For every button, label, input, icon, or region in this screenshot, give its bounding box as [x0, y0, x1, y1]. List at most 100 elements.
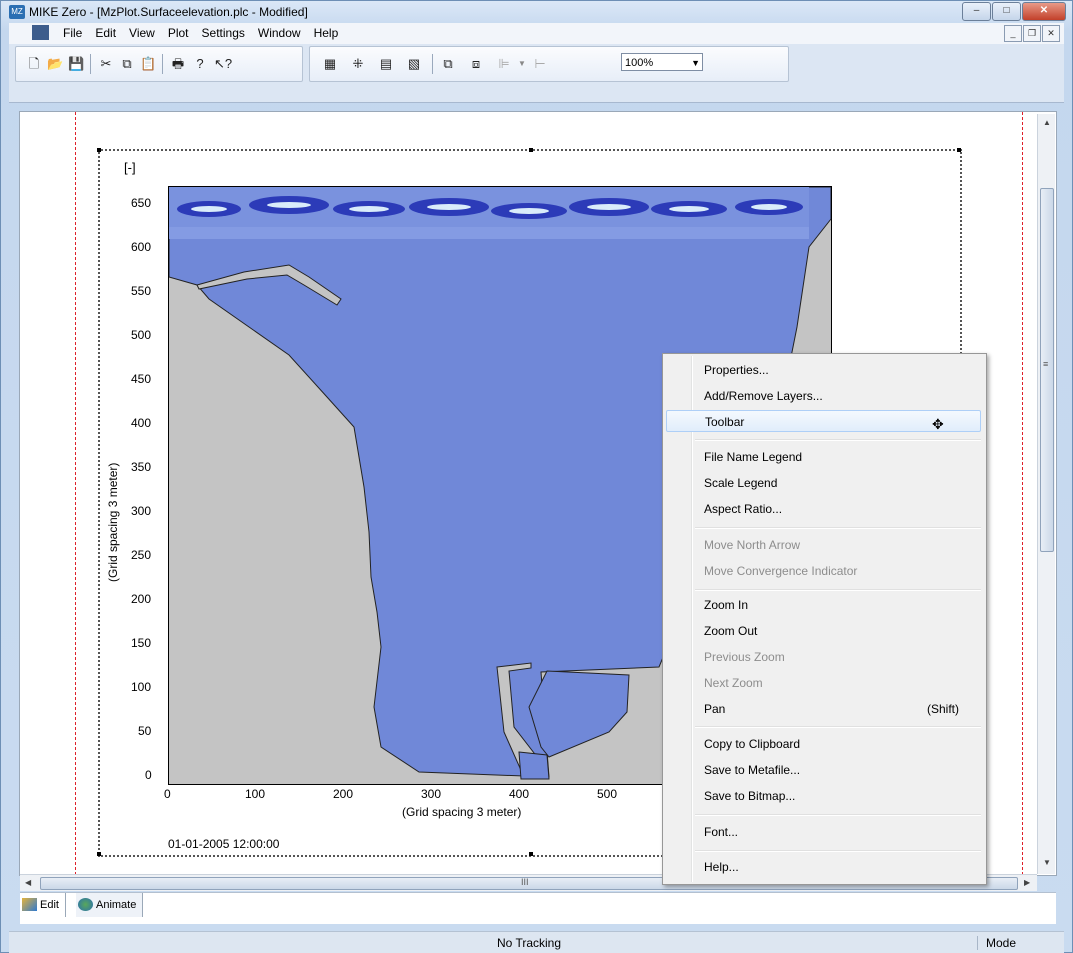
menu-item-copy-to-clipboard[interactable]: Copy to Clipboard [666, 733, 981, 755]
thumb-grip-icon: ≡ [1043, 359, 1049, 369]
copy-icon[interactable]: ⧉ [119, 56, 135, 72]
menu-item-label: Move Convergence Indicator [704, 564, 858, 578]
menu-item-save-to-bitmap[interactable]: Save to Bitmap... [666, 785, 981, 807]
menu-item-label: Properties... [704, 363, 769, 377]
minimize-button[interactable]: – [962, 2, 991, 21]
help-icon[interactable]: ? [192, 56, 208, 72]
menu-file[interactable]: File [63, 26, 82, 40]
vertical-scrollbar[interactable]: ▲ ≡ ▼ [1037, 114, 1055, 874]
time-stamp: 01-01-2005 12:00:00 [168, 837, 280, 851]
menu-item-help[interactable]: Help... [666, 856, 981, 878]
zoom-layer-icon[interactable]: ▧ [406, 56, 422, 72]
scroll-up-icon[interactable]: ▲ [1043, 118, 1051, 127]
send-back-icon[interactable]: ⧈ [468, 56, 484, 72]
unit-label: [-] [124, 160, 136, 175]
toolbar-separator [162, 54, 163, 74]
menu-separator [695, 814, 981, 816]
chevron-down-icon[interactable]: ▼ [691, 54, 700, 72]
title-bar[interactable]: MZ MIKE Zero - [MzPlot.Surfaceelevation.… [1, 1, 1072, 23]
menu-item-aspect-ratio[interactable]: Aspect Ratio... [666, 498, 981, 520]
open-folder-icon[interactable]: 📂 [47, 56, 63, 72]
mike-zero-app-icon[interactable]: MZ [9, 5, 25, 19]
tracking-status: No Tracking [497, 936, 562, 950]
harbour-inner [518, 751, 550, 780]
window-title: MIKE Zero - [MzPlot.Surfaceelevation.plc… [29, 5, 308, 19]
menu-view[interactable]: View [129, 26, 155, 40]
align-icon[interactable]: ⊫ [496, 56, 512, 72]
caption-buttons: – □ ✕ [961, 2, 1066, 21]
zoom-value: 100% [625, 57, 654, 69]
scroll-left-icon[interactable]: ◀ [25, 878, 31, 887]
context-menu: Properties... Add/Remove Layers... Toolb… [662, 353, 987, 885]
resize-handle[interactable] [97, 148, 101, 152]
paste-icon[interactable]: 📋 [140, 56, 156, 72]
resize-handle[interactable] [97, 852, 101, 856]
dropdown-icon[interactable]: ▼ [514, 56, 530, 72]
menu-separator [695, 589, 981, 591]
spread-icon[interactable]: ⁜ [350, 56, 366, 72]
menu-item-add-remove-layers[interactable]: Add/Remove Layers... [666, 385, 981, 407]
bring-front-icon[interactable]: ⧉ [440, 56, 456, 72]
new-file-icon[interactable]: 🗋 [26, 56, 42, 72]
menu-bar: File Edit View Plot Settings Window Help… [9, 23, 1064, 44]
print-icon[interactable]: 🖶 [170, 56, 186, 72]
y-tick: 50 [138, 724, 152, 738]
resize-handle[interactable] [957, 148, 961, 152]
resize-handle[interactable] [529, 148, 533, 152]
menu-item-pan[interactable]: Pan (Shift) [666, 698, 981, 720]
y-tick: 550 [131, 284, 152, 298]
view-tabs: Edit Animate [20, 892, 1056, 924]
distribute-icon[interactable]: ⊢ [532, 56, 548, 72]
mdi-restore-button[interactable]: ❐ [1023, 25, 1041, 42]
menu-item-file-name-legend[interactable]: File Name Legend [666, 446, 981, 468]
context-help-icon[interactable]: ↖? [214, 56, 232, 72]
menu-item-shortcut: (Shift) [926, 702, 959, 716]
document-icon[interactable] [32, 25, 49, 40]
menu-item-properties[interactable]: Properties... [666, 359, 981, 381]
y-tick: 100 [131, 680, 152, 694]
scroll-right-icon[interactable]: ▶ [1024, 878, 1030, 887]
menu-separator [695, 726, 981, 728]
grid-icon[interactable]: ▦ [322, 56, 338, 72]
close-button[interactable]: ✕ [1022, 2, 1066, 21]
maximize-button[interactable]: □ [992, 2, 1021, 21]
menu-item-font[interactable]: Font... [666, 821, 981, 843]
menu-edit[interactable]: Edit [95, 26, 116, 40]
mdi-buttons: _ ❐ ✕ [1003, 25, 1060, 42]
resize-handle[interactable] [529, 852, 533, 856]
y-tick: 650 [131, 196, 152, 210]
menu-item-zoom-out[interactable]: Zoom Out [666, 620, 981, 642]
tab-edit[interactable]: Edit [20, 893, 66, 917]
menu-separator [695, 850, 981, 852]
wave-band [169, 187, 809, 239]
menu-plot[interactable]: Plot [168, 26, 189, 40]
menu-item-label: Save to Bitmap... [704, 789, 796, 803]
menu-item-scale-legend[interactable]: Scale Legend [666, 472, 981, 494]
zoom-combo[interactable]: 100% ▼ [621, 53, 703, 71]
menu-separator [695, 527, 981, 529]
x-tick: 500 [597, 787, 618, 801]
menu-item-label: Zoom In [704, 598, 749, 612]
menu-window[interactable]: Window [258, 26, 301, 40]
menu-item-zoom-in[interactable]: Zoom In [666, 594, 981, 616]
tab-animate-label: Animate [96, 899, 137, 911]
mdi-minimize-button[interactable]: _ [1004, 25, 1022, 42]
save-icon[interactable]: 💾 [68, 56, 84, 72]
menu-help[interactable]: Help [314, 26, 339, 40]
cut-icon[interactable]: ✂ [98, 56, 114, 72]
menu-item-label: Help... [704, 860, 739, 874]
menu-item-move-convergence-indicator: Move Convergence Indicator [666, 560, 981, 582]
scroll-down-icon[interactable]: ▼ [1043, 858, 1051, 867]
tab-animate[interactable]: Animate [76, 893, 144, 917]
menu-item-toolbar[interactable]: Toolbar ✥ [666, 410, 981, 432]
mdi-close-button[interactable]: ✕ [1042, 25, 1060, 42]
select-icon[interactable]: ▤ [378, 56, 394, 72]
menu-item-label: Save to Metafile... [704, 763, 801, 777]
y-tick: 600 [131, 240, 152, 254]
plot-toolbar: ▦ ⁜ ▤ ▧ ⧉ ⧈ ⊫ ▼ ⊢ [309, 46, 789, 82]
y-tick: 500 [131, 328, 152, 342]
vertical-scroll-thumb[interactable]: ≡ [1040, 188, 1054, 552]
page-margin-guide [75, 112, 76, 875]
menu-settings[interactable]: Settings [202, 26, 245, 40]
menu-item-save-to-metafile[interactable]: Save to Metafile... [666, 759, 981, 781]
